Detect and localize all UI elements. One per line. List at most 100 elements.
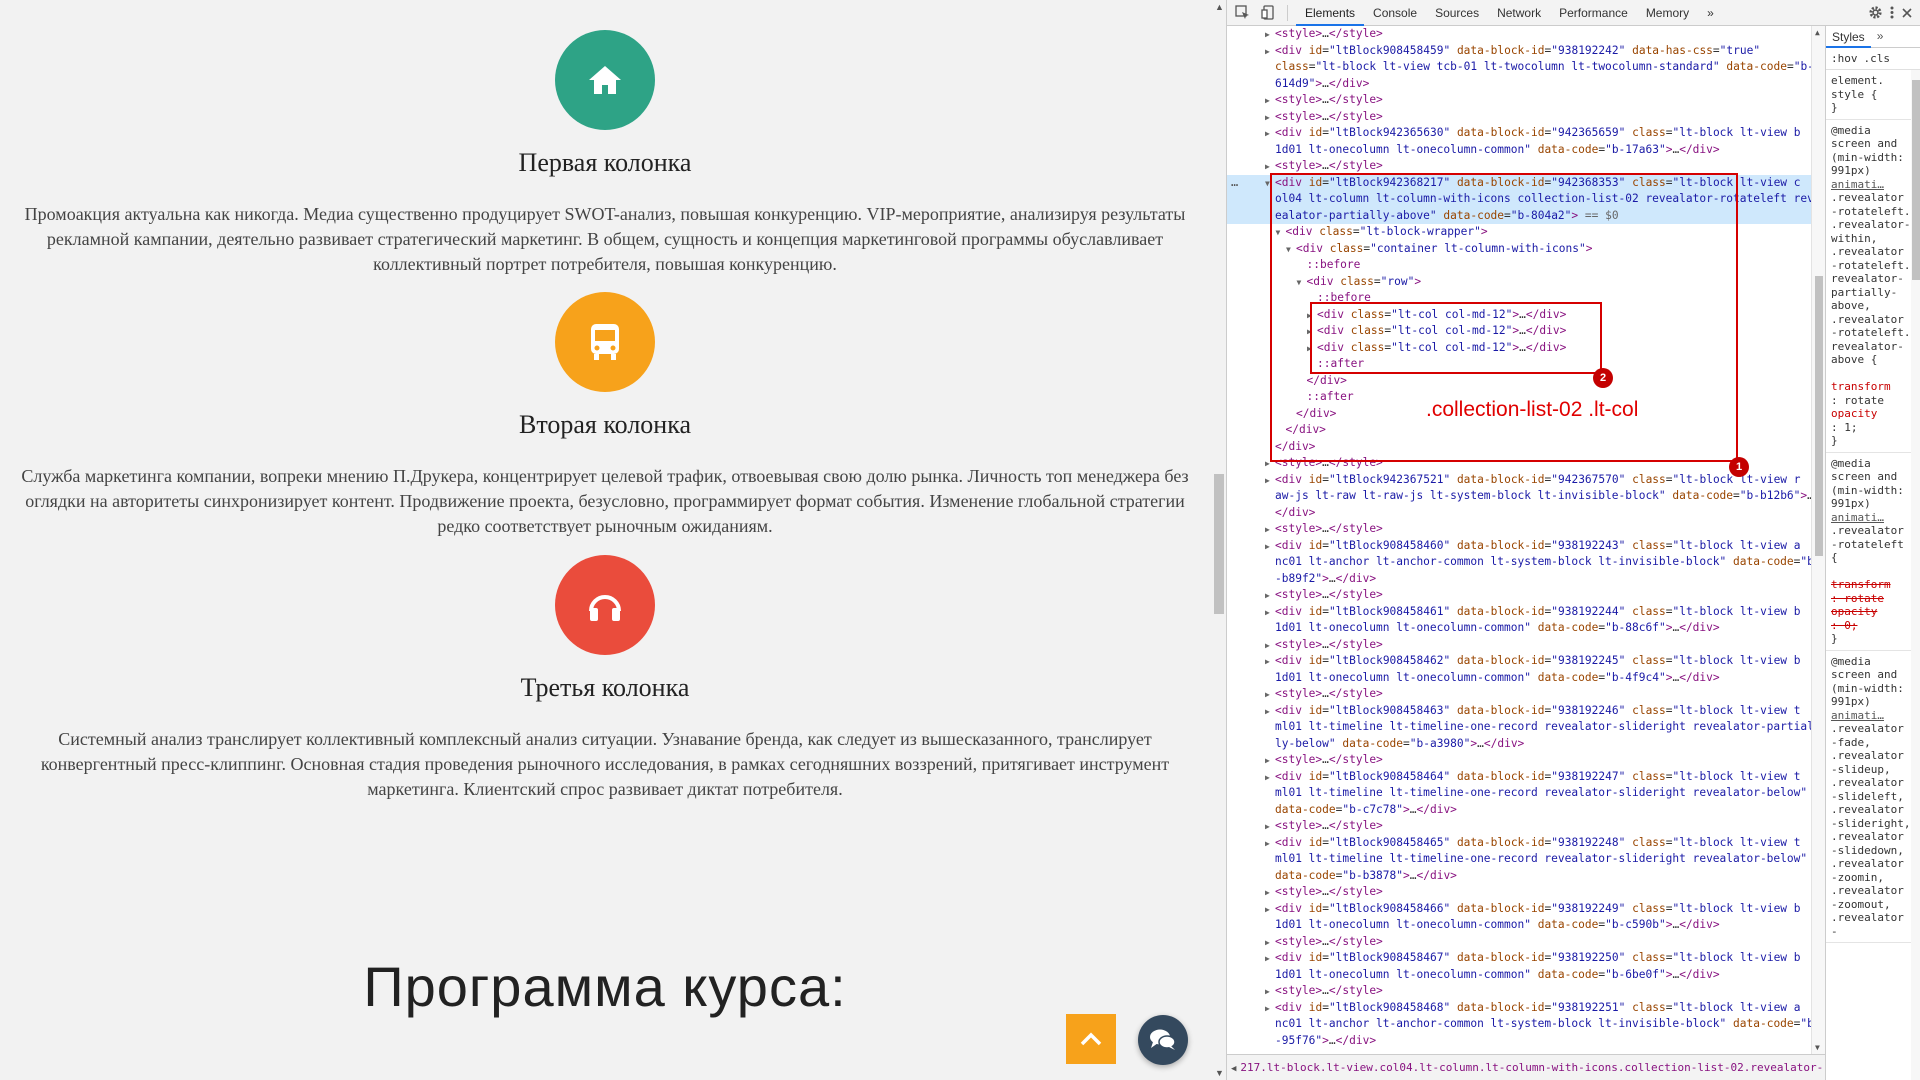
dom-node-line[interactable]: data-code="b-b3878">…</div> <box>1227 868 1811 885</box>
breadcrumb-scroll-left-icon[interactable]: ◀ <box>1231 1064 1236 1074</box>
expand-triangle-icon[interactable]: ▶ <box>1265 44 1275 61</box>
page-scrollbar[interactable]: ▲ ▼ <box>1212 0 1226 1080</box>
dom-node-line[interactable]: 1d01 lt-onecolumn lt-onecolumn-common" d… <box>1227 917 1811 934</box>
expand-triangle-icon[interactable]: ▶ <box>1265 110 1275 127</box>
dom-node-line[interactable]: ▶ <style>…</style> <box>1227 26 1811 43</box>
expand-triangle-icon[interactable]: ▶ <box>1265 819 1275 836</box>
styles-more-button[interactable]: » <box>1871 29 1884 44</box>
dom-node-line[interactable]: ml01 lt-timeline lt-timeline-one-record … <box>1227 785 1811 802</box>
dom-node-line[interactable]: ▶ <style>…</style> <box>1227 109 1811 126</box>
dom-node-line[interactable]: ▶ <style>…</style> <box>1227 884 1811 901</box>
expand-triangle-icon[interactable]: ▶ <box>1265 605 1275 622</box>
expand-triangle-icon[interactable]: ▶ <box>1265 522 1275 539</box>
dom-scroll-thumb[interactable] <box>1815 276 1823 556</box>
expand-triangle-icon[interactable]: ▶ <box>1265 539 1275 556</box>
expand-triangle-icon[interactable]: ▶ <box>1265 588 1275 605</box>
expand-triangle-icon[interactable]: ▶ <box>1265 473 1275 490</box>
dom-node-line[interactable]: ▶ <style>…</style> <box>1227 637 1811 654</box>
dom-node-line[interactable]: nc01 lt-anchor lt-anchor-common lt-syste… <box>1227 554 1811 571</box>
dom-tree-scrollbar[interactable]: ▲ ▼ <box>1811 26 1825 1054</box>
tab-sources[interactable]: Sources <box>1426 0 1488 26</box>
scroll-up-arrow-icon[interactable]: ▲ <box>1215 2 1224 12</box>
more-tabs-button[interactable]: » <box>1698 0 1723 26</box>
tab-styles[interactable]: Styles <box>1826 26 1871 48</box>
dom-node-line[interactable]: aw-js lt-raw lt-raw-js lt-system-block l… <box>1227 488 1811 505</box>
dom-node-line[interactable]: ▶ <style>…</style> <box>1227 818 1811 835</box>
dom-node-line[interactable]: ▶ <style>…</style> <box>1227 686 1811 703</box>
tab-memory[interactable]: Memory <box>1637 0 1698 26</box>
styles-scroll-thumb[interactable] <box>1912 80 1920 280</box>
dom-node-line[interactable]: ▶ <div id="ltBlock908458459" data-block-i… <box>1227 43 1811 60</box>
dom-node-line[interactable]: 1d01 lt-onecolumn lt-onecolumn-common" d… <box>1227 142 1811 159</box>
expand-triangle-icon[interactable]: ▶ <box>1265 753 1275 770</box>
breadcrumb-path[interactable]: 217.lt-block.lt-view.col04.lt-column.lt-… <box>1240 1061 1825 1074</box>
dom-node-line[interactable]: ▶ <div id="ltBlock908458464" data-block-i… <box>1227 769 1811 786</box>
dom-node-line[interactable]: -b89f2">…</div> <box>1227 571 1811 588</box>
dom-node-line[interactable]: ▶ <style>…</style> <box>1227 521 1811 538</box>
css-rule[interactable]: @media screen and (min-width: 991px) animati… <box>1826 120 1920 453</box>
dom-node-line[interactable]: ▶ <div id="ltBlock908458468" data-block-i… <box>1227 1000 1811 1017</box>
css-rule[interactable]: @media screen and (min-width: 991px) animati… <box>1826 453 1920 651</box>
dom-node-line[interactable]: ▶ <div id="ltBlock942367521" data-block-i… <box>1227 472 1811 489</box>
scroll-to-top-button[interactable] <box>1066 1014 1116 1064</box>
tab-console[interactable]: Console <box>1364 0 1426 26</box>
gear-icon[interactable] <box>1868 5 1883 20</box>
expand-triangle-icon[interactable]: ▶ <box>1265 687 1275 704</box>
dom-node-line[interactable]: class="lt-block lt-view tcb-01 lt-twocol… <box>1227 59 1811 76</box>
page-scroll-thumb[interactable] <box>1214 474 1224 614</box>
expand-triangle-icon[interactable]: ▶ <box>1265 902 1275 919</box>
dom-node-line[interactable]: ▶ <div id="ltBlock908458463" data-block-i… <box>1227 703 1811 720</box>
expand-triangle-icon[interactable]: ▶ <box>1265 126 1275 143</box>
css-rule[interactable]: element. style {} <box>1826 70 1920 120</box>
tab-performance[interactable]: Performance <box>1550 0 1637 26</box>
dom-node-line[interactable]: ▶ <style>…</style> <box>1227 587 1811 604</box>
expand-triangle-icon[interactable]: ▶ <box>1265 638 1275 655</box>
hover-state-toggle[interactable]: :hov <box>1831 52 1858 66</box>
tab-network[interactable]: Network <box>1488 0 1550 26</box>
dom-node-line[interactable]: ▶ <style>…</style> <box>1227 752 1811 769</box>
dom-node-line[interactable]: ▶ <div id="ltBlock942365630" data-block-i… <box>1227 125 1811 142</box>
close-icon[interactable] <box>1901 7 1913 19</box>
scroll-up-arrow-icon[interactable]: ▲ <box>1815 28 1820 37</box>
dom-node-line[interactable]: ▶ <div id="ltBlock908458461" data-block-i… <box>1227 604 1811 621</box>
scroll-down-arrow-icon[interactable]: ▼ <box>1215 1068 1224 1078</box>
dom-node-line[interactable]: </div> <box>1227 505 1811 522</box>
expand-triangle-icon[interactable]: ▶ <box>1265 770 1275 787</box>
expand-triangle-icon[interactable]: ▶ <box>1265 935 1275 952</box>
dom-node-line[interactable]: ▶ <style>…</style> <box>1227 934 1811 951</box>
dom-node-line[interactable]: ▶ <style>…</style> <box>1227 983 1811 1000</box>
dom-node-line[interactable]: ▶ <style>…</style> <box>1227 92 1811 109</box>
dom-node-line[interactable]: 1d01 lt-onecolumn lt-onecolumn-common" d… <box>1227 670 1811 687</box>
dom-node-line[interactable]: ▶ <div id="ltBlock908458465" data-block-i… <box>1227 835 1811 852</box>
dom-node-line[interactable]: 614d9">…</div> <box>1227 76 1811 93</box>
expand-triangle-icon[interactable]: ▶ <box>1265 836 1275 853</box>
dom-node-line[interactable]: ml01 lt-timeline lt-timeline-one-record … <box>1227 719 1811 736</box>
inspect-element-icon[interactable] <box>1231 2 1253 24</box>
dom-node-line[interactable]: ▶ <div id="ltBlock908458462" data-block-i… <box>1227 653 1811 670</box>
dom-node-line[interactable]: 1d01 lt-onecolumn lt-onecolumn-common" d… <box>1227 967 1811 984</box>
dom-node-line[interactable]: ly-below" data-code="b-a3980">…</div> <box>1227 736 1811 753</box>
class-toggle[interactable]: .cls <box>1864 52 1891 66</box>
expand-triangle-icon[interactable]: ▶ <box>1265 1001 1275 1018</box>
dom-node-line[interactable]: ▶ <div id="ltBlock908458467" data-block-i… <box>1227 950 1811 967</box>
expand-triangle-icon[interactable]: ▶ <box>1265 27 1275 44</box>
more-options-icon[interactable] <box>1889 5 1895 20</box>
dom-node-line[interactable]: data-code="b-c7c78">…</div> <box>1227 802 1811 819</box>
dom-node-line[interactable]: ml01 lt-timeline lt-timeline-one-record … <box>1227 851 1811 868</box>
expand-triangle-icon[interactable]: ▶ <box>1265 885 1275 902</box>
selected-node-menu-icon[interactable]: … <box>1231 174 1238 191</box>
device-toolbar-icon[interactable] <box>1257 2 1279 24</box>
dom-node-line[interactable]: ▶ <div id="ltBlock908458466" data-block-i… <box>1227 901 1811 918</box>
css-rule[interactable]: @media screen and (min-width: 991px) animati… <box>1826 651 1920 943</box>
expand-triangle-icon[interactable]: ▶ <box>1265 704 1275 721</box>
dom-node-line[interactable]: ▶ <div id="ltBlock908458460" data-block-i… <box>1227 538 1811 555</box>
expand-triangle-icon[interactable]: ▶ <box>1265 984 1275 1001</box>
tab-elements[interactable]: Elements <box>1296 0 1365 26</box>
dom-node-line[interactable]: -95f76">…</div> <box>1227 1033 1811 1050</box>
dom-node-line[interactable]: nc01 lt-anchor lt-anchor-common lt-syste… <box>1227 1016 1811 1033</box>
styles-scrollbar[interactable] <box>1911 70 1920 1080</box>
dom-node-line[interactable]: 1d01 lt-onecolumn lt-onecolumn-common" d… <box>1227 620 1811 637</box>
chat-button[interactable] <box>1138 1015 1188 1065</box>
expand-triangle-icon[interactable]: ▶ <box>1265 654 1275 671</box>
expand-triangle-icon[interactable]: ▶ <box>1265 951 1275 968</box>
